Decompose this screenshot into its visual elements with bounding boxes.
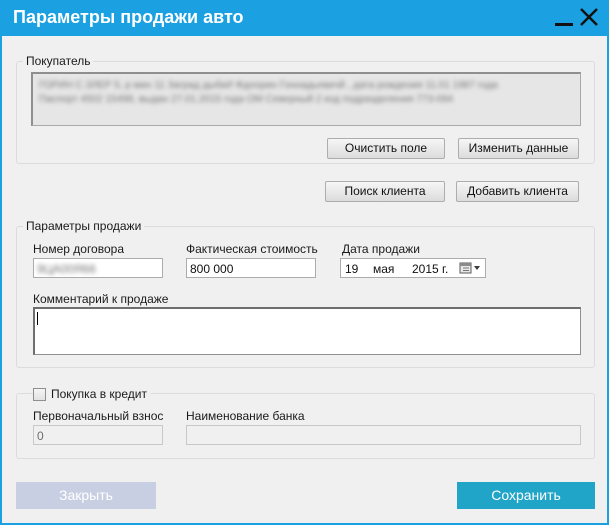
sale-date-month[interactable]: мая	[373, 262, 394, 276]
bank-name-field[interactable]	[186, 425, 581, 445]
sale-params-window: Параметры продажи авто Покупатель ГОРИН …	[0, 0, 609, 525]
close-button[interactable]: Закрыть	[16, 482, 156, 509]
down-payment-label: Первоначальный взнос	[33, 409, 164, 423]
credit-group: Покупка в кредит Первоначальный взнос 0 …	[16, 387, 595, 459]
close-icon	[580, 8, 598, 26]
minimize-icon	[555, 23, 573, 26]
save-button[interactable]: Сохранить	[457, 482, 595, 509]
actual-price-label: Фактическая стоимость	[186, 242, 318, 256]
window-title: Параметры продажи авто	[13, 7, 244, 27]
close-window-button[interactable]	[578, 6, 600, 28]
buyer-info-line: ГОРИН С.ЗЛЕР 5, р мин 11 Заград дыбкИ Фд…	[39, 80, 498, 91]
buyer-info-box[interactable]: ГОРИН С.ЗЛЕР 5, р мин 11 Заград дыбкИ Фд…	[31, 72, 581, 126]
actual-price-field[interactable]: 800 000	[186, 258, 316, 278]
search-client-button[interactable]: Поиск клиента	[325, 181, 445, 202]
checkbox-box[interactable]	[33, 387, 46, 401]
minimize-button[interactable]	[553, 6, 575, 28]
sale-params-group-label: Параметры продажи	[23, 219, 145, 233]
sale-params-group: Параметры продажи Номер договора 9ЦА00Я6…	[16, 219, 595, 368]
edit-data-button[interactable]: Изменить данные	[458, 138, 579, 159]
sale-date-year[interactable]: 2015 г.	[412, 262, 448, 276]
sale-date-picker[interactable]: 19 мая 2015 г.	[340, 258, 486, 278]
buyer-group: Покупатель ГОРИН С.ЗЛЕР 5, р мин 11 Загр…	[16, 54, 595, 164]
contract-number-value: 9ЦА00Я66	[37, 262, 96, 276]
sale-comment-field[interactable]	[33, 307, 581, 355]
sale-comment-label: Комментарий к продаже	[33, 292, 169, 306]
contract-number-label: Номер договора	[33, 242, 124, 256]
contract-number-field[interactable]: 9ЦА00Я66	[33, 258, 163, 278]
credit-purchase-label[interactable]: Покупка в кредит	[51, 387, 147, 401]
text-caret	[37, 312, 38, 325]
down-payment-field[interactable]: 0	[33, 425, 163, 445]
buyer-group-label: Покупатель	[23, 54, 94, 68]
buyer-info-line: Паспорт 4502 15498, выдан 27.01.2015 год…	[39, 94, 454, 105]
sale-date-day[interactable]: 19	[345, 262, 358, 276]
sale-date-label: Дата продажи	[342, 242, 420, 256]
add-client-button[interactable]: Добавить клиента	[456, 181, 579, 202]
credit-purchase-checkbox[interactable]: Покупка в кредит	[33, 387, 151, 401]
title-bar[interactable]: Параметры продажи авто	[0, 0, 609, 36]
dialog-body: Покупатель ГОРИН С.ЗЛЕР 5, р мин 11 Загр…	[2, 36, 607, 523]
calendar-dropdown-icon[interactable]	[459, 261, 483, 275]
clear-field-button[interactable]: Очистить поле	[327, 138, 445, 159]
bank-name-label: Наименование банка	[186, 409, 305, 423]
